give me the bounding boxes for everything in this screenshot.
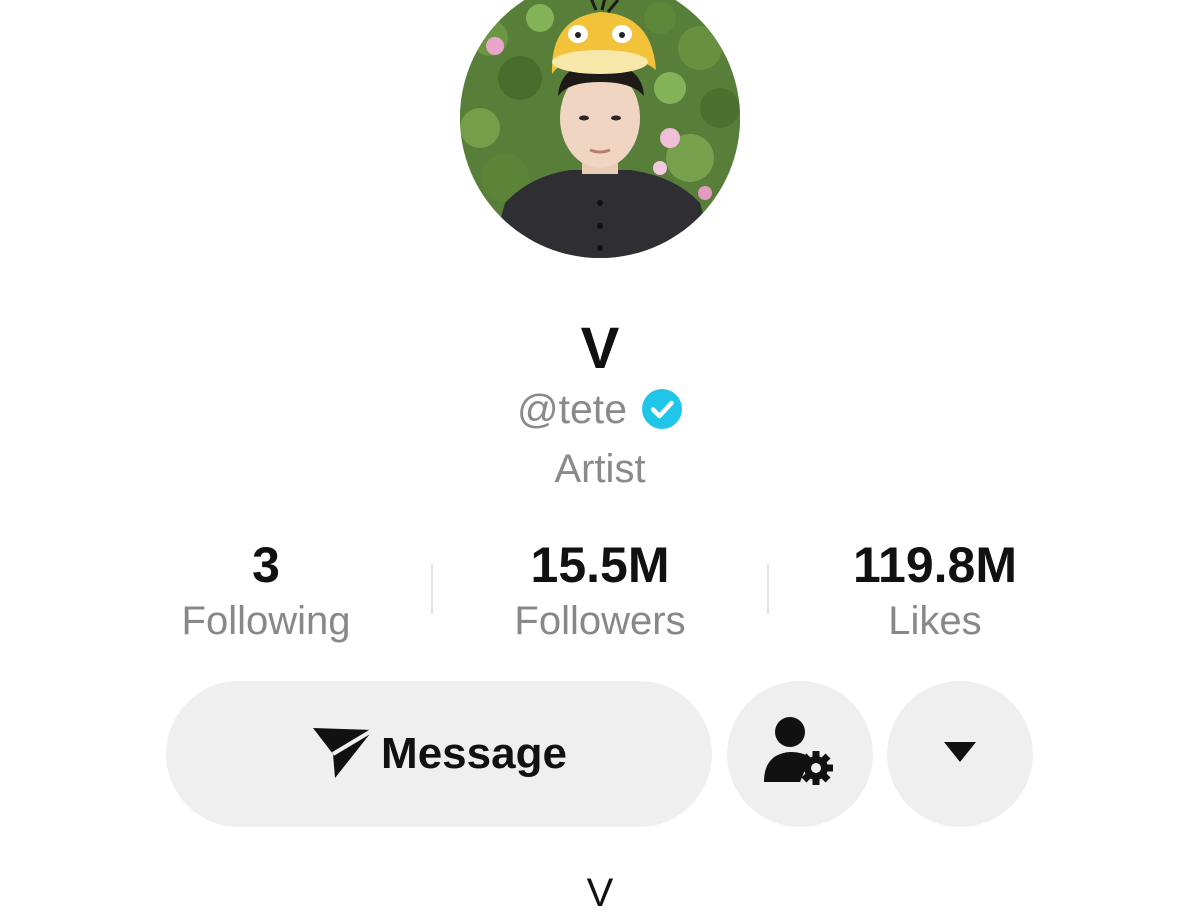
stat-following[interactable]: 3 Following [116, 534, 416, 646]
stat-divider [431, 564, 433, 614]
handle-row: @tete [0, 384, 1200, 434]
message-button[interactable]: Message [166, 681, 712, 827]
stat-divider [767, 564, 769, 614]
stat-likes[interactable]: 119.8M Likes [785, 534, 1085, 646]
stat-value: 3 [252, 537, 280, 593]
more-options-button[interactable] [887, 681, 1033, 827]
stat-label: Followers [514, 599, 686, 643]
profile-bio: Artist [554, 447, 646, 491]
stat-followers[interactable]: 15.5M Followers [450, 534, 750, 646]
username-handle: @tete [516, 386, 627, 432]
stat-value: 15.5M [530, 537, 670, 593]
stat-label: Likes [888, 599, 982, 643]
user-settings-icon [760, 712, 840, 797]
stat-value: 119.8M [852, 537, 1017, 593]
verified-badge-icon [641, 388, 683, 430]
stat-label: Following [181, 599, 351, 643]
avatar-photo [460, 0, 740, 258]
caret-down-icon [942, 740, 978, 769]
avatar[interactable] [460, 0, 740, 258]
tab-label[interactable]: V [0, 868, 1200, 918]
message-label: Message [381, 729, 567, 778]
user-settings-button[interactable] [727, 681, 873, 827]
display-name: V [580, 316, 620, 381]
profile-stats: 3 Following 15.5M Followers 119.8M Likes [0, 534, 1200, 654]
send-icon [311, 724, 375, 785]
